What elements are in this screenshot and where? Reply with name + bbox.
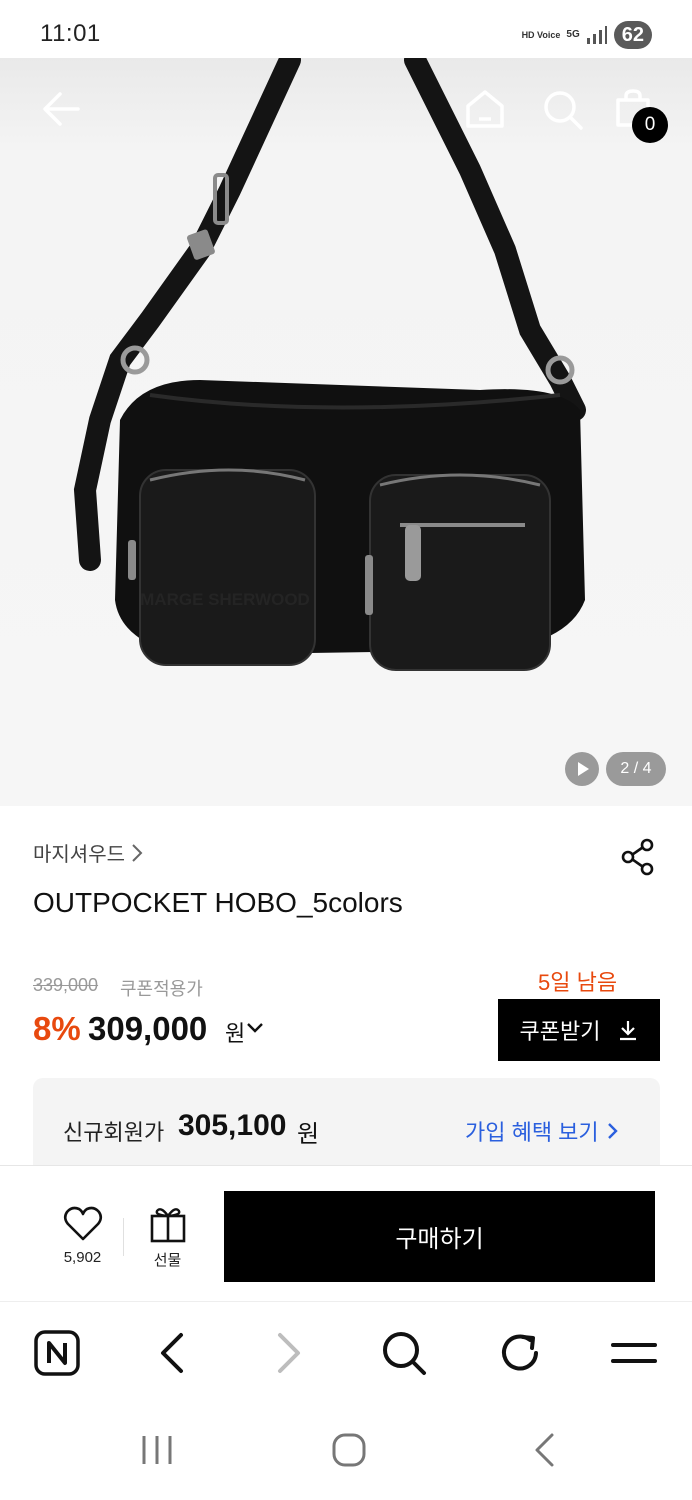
new-member-price-box: 신규회원가 305,100 원 가입 혜택 보기 (33, 1078, 660, 1178)
browser-search-icon[interactable] (380, 1329, 428, 1377)
image-counter: 2 / 4 (606, 752, 666, 786)
product-image-gallery[interactable]: MARGE SHERWOOD 0 2 / 4 (0, 58, 692, 806)
recent-apps-icon[interactable] (140, 1432, 174, 1468)
price-detail-chevron-icon[interactable] (246, 1022, 264, 1034)
buy-button[interactable]: 구매하기 (224, 1191, 655, 1282)
discount-percent: 8% (33, 1010, 81, 1047)
brand-link[interactable]: 마지셔우드 (33, 838, 143, 867)
coupon-button-label: 쿠폰받기 (519, 1019, 601, 1044)
browser-back-icon[interactable] (155, 1329, 189, 1377)
currency-unit: 원 (225, 1021, 246, 1046)
gift-button[interactable]: 선물 (140, 1206, 195, 1270)
product-image: MARGE SHERWOOD (73, 58, 586, 671)
play-button[interactable] (565, 752, 599, 786)
original-price: 339,000 (33, 975, 99, 995)
share-icon[interactable] (620, 838, 656, 876)
play-icon (578, 762, 589, 776)
status-time: 11:01 (40, 20, 101, 47)
menu-icon[interactable] (610, 1329, 658, 1377)
divider (123, 1218, 124, 1256)
network-5g-icon: 5G (566, 29, 580, 40)
home-icon[interactable] (464, 88, 506, 130)
refresh-icon[interactable] (496, 1329, 544, 1377)
browser-forward-icon[interactable] (272, 1329, 306, 1377)
gift-label: 선물 (153, 1252, 182, 1269)
status-icons: HD Voice 5G 62 (522, 20, 652, 50)
coupon-days-left: 5일 남음 (538, 970, 618, 995)
purchase-bar: 5,902 선물 구매하기 (0, 1165, 692, 1301)
gift-icon (150, 1208, 185, 1243)
like-button[interactable]: 5,902 (55, 1206, 110, 1266)
sale-price: 309,000 (88, 1010, 208, 1047)
status-bar: 11:01 HD Voice 5G 62 (0, 0, 692, 58)
coupon-price-label: 쿠폰적용가 (120, 979, 203, 999)
chevron-right-icon (607, 1123, 618, 1139)
product-title: OUTPOCKET HOBO_5colors (33, 887, 403, 918)
member-currency-unit: 원 (297, 1121, 320, 1148)
signup-benefit-label: 가입 혜택 보기 (465, 1120, 599, 1145)
cart-count-badge: 0 (632, 107, 668, 143)
signal-icon (586, 26, 607, 44)
brand-name: 마지셔우드 (33, 844, 125, 866)
member-price-label: 신규회원가 (63, 1120, 165, 1145)
signup-benefit-link[interactable]: 가입 혜택 보기 (465, 1115, 619, 1147)
system-back-icon[interactable] (530, 1432, 558, 1468)
like-count: 5,902 (63, 1249, 102, 1266)
svg-text:MARGE SHERWOOD: MARGE SHERWOOD (140, 590, 310, 609)
download-icon (620, 1021, 637, 1041)
get-coupon-button[interactable]: 쿠폰받기 (498, 999, 660, 1061)
system-navigation-bar (0, 1401, 692, 1500)
search-icon[interactable] (542, 89, 584, 131)
home-button-icon[interactable] (331, 1432, 367, 1468)
chevron-right-icon (132, 843, 143, 862)
battery-icon: 62 (613, 21, 652, 49)
naver-home-icon[interactable] (33, 1329, 81, 1377)
back-arrow-icon[interactable] (42, 90, 80, 128)
member-price: 305,100 (178, 1109, 287, 1142)
browser-toolbar (0, 1301, 692, 1401)
heart-icon (63, 1206, 102, 1241)
hd-voice-icon: HD Voice (521, 29, 561, 40)
